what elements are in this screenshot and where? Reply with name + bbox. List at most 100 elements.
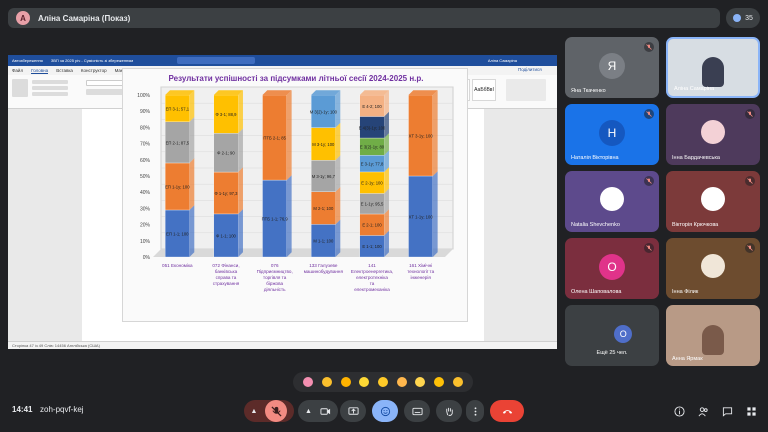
ribbon-tab[interactable]: Вставка [56,68,73,73]
more-options-button[interactable] [466,400,484,422]
participant-name: Ещё 25 чел. [596,350,628,356]
share-button[interactable]: Поділитися [518,67,542,72]
surprised-icon[interactable] [396,377,407,387]
data-label: ЕП 1-1; 100 [166,231,189,236]
participant-tile[interactable]: Інна Філик [666,238,760,299]
presenter-title: Аліна Самаріна (Показ) [38,13,131,23]
data-label: Ф 1-1; 100 [216,233,236,238]
present-screen-button[interactable] [340,400,366,422]
participant-name: Вікторія Крючкова [672,222,719,228]
bar-segment-side [238,90,243,134]
y-tick-label: 40% [140,190,151,196]
chevron-up-icon[interactable]: ▲ [305,408,312,415]
apps-icon [746,406,756,416]
mic-off-button[interactable] [265,400,288,422]
bar-segment-side [189,117,195,163]
thinking-icon[interactable] [433,377,444,387]
participant-tile[interactable]: Natalia Shevchenko [565,171,659,232]
presenter-avatar: А [16,11,30,25]
y-tick-label: 20% [140,223,151,229]
word-user-name: Аліна Самаріна [487,58,517,63]
participant-photo [600,187,624,212]
clap-icon[interactable] [359,377,370,387]
sad-icon[interactable] [415,377,426,387]
paste-button[interactable] [12,79,28,97]
reactions-bar [293,372,473,392]
emoji-icon [380,406,390,416]
presenter-bar: А Аліна Самаріна (Показ) [8,8,720,28]
bar-segment-side [335,219,341,257]
meeting-info-button[interactable] [672,404,686,418]
info-icon [673,405,685,417]
leave-call-button[interactable] [490,400,524,422]
participant-tile[interactable]: Я Яна Ткаченко [565,37,659,98]
data-label: ЕП 1-1у; 100 [165,184,190,189]
participants-count: 35 [745,14,753,22]
mic-off-icon [271,405,282,417]
present-icon [347,406,359,415]
bar-segment-side [238,128,243,173]
y-tick-label: 60% [140,158,151,164]
style-gallery-item[interactable]: АаБбВвІ [472,79,496,101]
chart-floor [153,249,453,257]
participant-tile[interactable]: Н Наталія Вікторівна [565,104,659,165]
bar-segment-side [335,186,341,225]
participant-video [702,57,724,88]
chevron-up-icon[interactable]: ▲ [251,408,258,415]
activities-button[interactable] [744,404,758,418]
reactions-button[interactable] [372,400,398,422]
cut-button[interactable] [32,80,68,84]
data-label: М 3(2)-1у; 100 [310,109,338,114]
mic-off-indicator [644,109,654,119]
participant-name: Інна Філик [672,289,699,295]
format-painter-button[interactable] [32,92,68,96]
participants-count-button[interactable]: 35 [726,8,760,28]
x-category-label: 141 Електроенергетика, електротехніка та еле… [351,263,393,292]
raise-hand-button[interactable] [436,400,462,422]
chat-icon [722,406,732,417]
mic-control[interactable]: ▲ [244,400,294,422]
participant-photo [701,187,725,212]
bar-segment-side [335,122,341,161]
participant-name: Олена Шаповалова [571,289,622,295]
find-replace-group[interactable] [506,79,546,101]
participant-tile[interactable]: О Олена Шаповалова [565,238,659,299]
x-category-label: 133 Галузеве машинобудування [304,263,344,274]
chat-button[interactable] [720,404,734,418]
ribbon-tab[interactable]: Головна [31,68,49,74]
mic-off-indicator [745,243,755,253]
laugh-icon[interactable] [377,377,388,387]
camera-control[interactable]: ▲ [298,400,338,422]
mic-off-indicator [644,243,654,253]
data-label: ЕП 3-1; 57,1 [166,106,190,111]
data-label: Ф 3-1; 88,9 [216,112,238,117]
bar-segment-side [432,171,438,257]
thumbs-up-icon[interactable] [321,377,332,387]
participant-tile[interactable]: Аліна Самаріна [666,37,760,98]
word-search-box[interactable] [177,57,256,64]
y-tick-label: 100% [137,93,150,99]
data-label: М 3-1у; 96,7 [312,174,336,179]
data-label: Е 4(3)-1у; 100 [359,125,386,130]
bar-segment-side [189,205,195,257]
participant-tile[interactable]: Анна Ярмак [666,305,760,366]
copy-button[interactable] [32,86,68,90]
participant-tile[interactable]: Інна Бардачевська [666,104,760,165]
bar-segment-side [238,167,243,214]
data-label: М 3-1у; 100 [312,142,335,147]
people-button[interactable] [696,404,710,418]
x-category-label: 072 Фінанси, банківська справа та страхуван… [212,263,239,286]
ribbon-tab[interactable]: Файл [12,68,23,73]
participant-video [702,325,724,356]
party-icon[interactable] [340,377,351,387]
ribbon-tab[interactable]: Конструктор [81,68,107,73]
y-tick-label: 10% [140,239,151,245]
participant-tile[interactable]: Вікторія Крючкова [666,171,760,232]
heart-icon[interactable] [303,377,314,387]
bar-segment-side [189,158,195,210]
mic-off-icon [646,178,652,184]
captions-button[interactable] [404,400,430,422]
participant-tile[interactable]: О Ещё 25 чел. [565,305,659,366]
data-label: ХТ 3-1у; 100 [409,134,434,139]
thumbs-down-icon[interactable] [452,377,463,387]
